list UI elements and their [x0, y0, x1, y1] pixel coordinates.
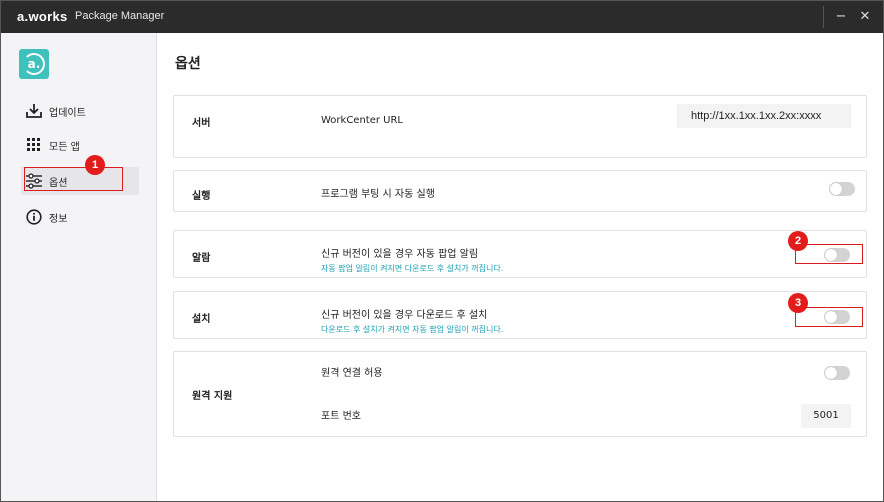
server-url-input[interactable]: http://1xx.1xx.1xx.2xx:xxxx — [677, 104, 851, 128]
auto-install-label: 신규 버전이 있을 경우 다운로드 후 설치 — [321, 310, 488, 321]
highlight-box-install-toggle — [795, 307, 863, 327]
sidebar-item-label: 정보 — [49, 214, 68, 225]
port-label: 포트 번호 — [321, 411, 361, 422]
highlight-box-options — [24, 167, 123, 191]
server-url-label: WorkCenter URL — [321, 115, 403, 126]
remote-support-card: 원격 지원 원격 연결 허용 포트 번호 5001 — [173, 351, 867, 437]
title-bar: a.works Package Manager − ✕ — [1, 1, 883, 33]
card-title: 서버 — [192, 118, 211, 129]
toggle-knob — [825, 367, 837, 379]
annotation-marker: 2 — [788, 231, 808, 251]
auto-popup-hint: 자동 팝업 알림이 켜지면 다운로드 후 설치가 꺼집니다. — [321, 264, 504, 273]
sidebar-item-all-apps[interactable]: 모든 앱 — [1, 131, 157, 159]
grid-icon — [27, 138, 40, 151]
logo-text: a. — [27, 57, 41, 71]
toggle-knob — [830, 183, 842, 195]
card-title: 알람 — [192, 253, 211, 264]
sidebar-item-info[interactable]: 정보 — [1, 203, 157, 231]
brand-logo: a.works — [17, 9, 68, 24]
autostart-toggle[interactable] — [829, 182, 855, 196]
download-icon — [26, 104, 42, 118]
server-card: 서버 WorkCenter URL http://1xx.1xx.1xx.2xx… — [173, 95, 867, 158]
auto-install-hint: 다운로드 후 설치가 켜지면 자동 팝업 알림이 꺼집니다. — [321, 325, 504, 334]
sidebar-item-updates[interactable]: 업데이트 — [1, 97, 157, 125]
info-icon — [26, 209, 42, 225]
auto-popup-label: 신규 버전이 있을 경우 자동 팝업 알림 — [321, 249, 479, 260]
close-button[interactable]: ✕ — [851, 1, 879, 33]
annotation-marker: 3 — [788, 293, 808, 313]
title-separator — [823, 6, 824, 28]
app-logo: a. — [19, 49, 49, 79]
app-title: Package Manager — [75, 10, 165, 22]
app-window: a.works Package Manager − ✕ a. 업데이트 모든 앱 — [0, 0, 884, 502]
alarm-card: 알람 신규 버전이 있을 경우 자동 팝업 알림 자동 팝업 알림이 켜지면 다… — [173, 230, 867, 278]
autostart-label: 프로그램 부팅 시 자동 실행 — [321, 189, 435, 200]
remote-allow-toggle[interactable] — [824, 366, 850, 380]
page-title: 옵션 — [175, 56, 201, 72]
card-title: 원격 지원 — [192, 391, 233, 402]
sidebar-item-label: 모든 앱 — [49, 142, 80, 153]
run-card: 실행 프로그램 부팅 시 자동 실행 — [173, 170, 867, 212]
remote-allow-label: 원격 연결 허용 — [321, 368, 383, 379]
annotation-marker: 1 — [85, 155, 105, 175]
card-title: 설치 — [192, 314, 211, 325]
card-title: 실행 — [192, 191, 211, 202]
port-input[interactable]: 5001 — [801, 404, 851, 428]
sidebar-item-label: 업데이트 — [49, 108, 86, 119]
install-card: 설치 신규 버전이 있을 경우 다운로드 후 설치 다운로드 후 설치가 켜지면… — [173, 291, 867, 339]
sidebar: a. 업데이트 모든 앱 옵션 정보 — [1, 33, 157, 501]
